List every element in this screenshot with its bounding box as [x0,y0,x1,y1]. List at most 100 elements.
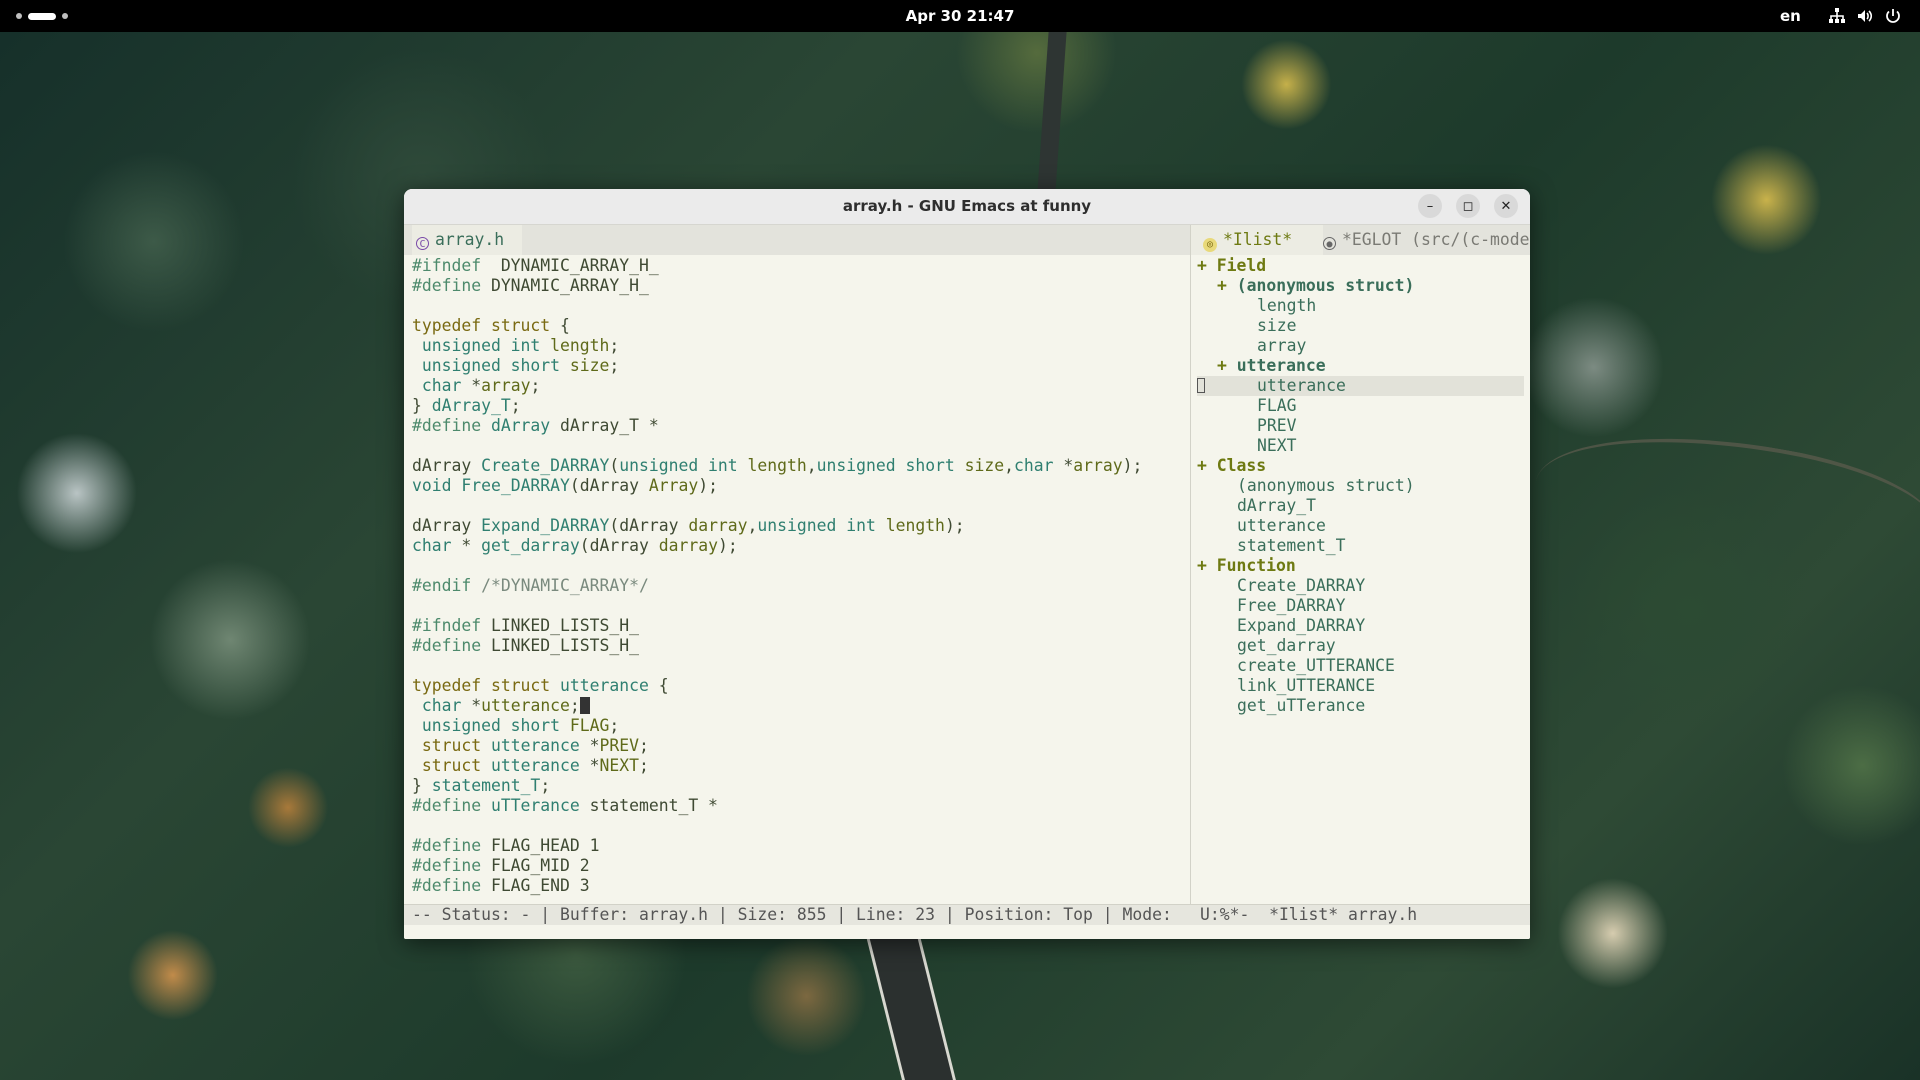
input-language[interactable]: en [1780,0,1801,32]
ilist-item[interactable]: array [1197,336,1524,356]
ilist-item[interactable]: FLAG [1197,396,1524,416]
code-token: /*DYNAMIC_ARRAY*/ [481,576,649,595]
ilist-item[interactable]: Free_DARRAY [1197,596,1524,616]
c-file-icon: C [416,237,429,250]
expand-icon[interactable]: + [1217,356,1237,375]
ilist-item[interactable]: statement_T [1197,536,1524,556]
code-line[interactable]: struct utterance *NEXT; [412,756,1190,776]
editor-pane[interactable]: Carray.h #ifndef DYNAMIC_ARRAY_H_ #define… [404,225,1191,904]
code-line[interactable]: unsigned int length; [412,336,1190,356]
ilist-item[interactable]: link_UTTERANCE [1197,676,1524,696]
activities-indicator[interactable] [16,12,68,20]
code-line[interactable]: #define FLAG_MID 2 [412,856,1190,876]
code-token: char [421,696,462,715]
code-line[interactable] [412,296,1190,316]
code-token: * [461,376,482,395]
code-line[interactable]: } statement_T; [412,776,1190,796]
ilist-item[interactable]: size [1197,316,1524,336]
ilist-item[interactable]: get_darray [1197,636,1524,656]
echo-area[interactable] [404,925,1530,939]
expand-icon[interactable]: + [1197,256,1217,275]
ilist-item[interactable]: + utterance [1197,356,1524,376]
code-token: #define [412,876,482,895]
code-line[interactable]: unsigned short size; [412,356,1190,376]
emacs-window[interactable]: array.h - GNU Emacs at funny – ◻ ✕ Carra… [404,189,1530,939]
ilist-item[interactable]: utterance [1197,376,1524,396]
code-line[interactable]: unsigned short FLAG; [412,716,1190,736]
expand-icon[interactable]: + [1217,276,1237,295]
ilist-item[interactable]: dArray_T [1197,496,1524,516]
code-line[interactable] [412,596,1190,616]
active-workspace-pill [28,12,56,20]
code-line[interactable]: } dArray_T; [412,396,1190,416]
code-buffer[interactable]: #ifndef DYNAMIC_ARRAY_H_ #define DYNAMIC_… [412,256,1190,896]
ilist-item[interactable]: get_uTTerance [1197,696,1524,716]
tab-ilist[interactable]: ◎ *Ilist* [1191,225,1323,255]
ilist-item-label: PREV [1257,416,1297,435]
system-tray[interactable] [1828,7,1902,25]
window-titlebar[interactable]: array.h - GNU Emacs at funny – ◻ ✕ [404,189,1530,225]
ilist-item[interactable]: length [1197,296,1524,316]
expand-icon[interactable]: + [1197,456,1217,475]
tab-label: array.h [435,230,505,249]
minimize-button[interactable]: – [1418,194,1442,218]
code-line[interactable]: dArray Expand_DARRAY(dArray darray,unsig… [412,516,1190,536]
ilist-item[interactable]: NEXT [1197,436,1524,456]
code-line[interactable]: #define FLAG_HEAD 1 [412,836,1190,856]
code-line[interactable]: char * get_darray(dArray darray); [412,536,1190,556]
code-token: FLAG_HEAD 1 [481,836,600,855]
clock[interactable]: Apr 30 21:47 [906,7,1015,25]
code-token: struct [490,676,551,695]
ilist-item[interactable]: PREV [1197,416,1524,436]
ilist-item[interactable]: + Class [1197,456,1524,476]
code-line[interactable]: typedef struct { [412,316,1190,336]
code-line[interactable]: void Free_DARRAY(dArray Array); [412,476,1190,496]
tab-eglot[interactable]: ● *EGLOT (src/(c-mode [1323,225,1530,255]
code-line[interactable]: char *utterance; [412,696,1190,716]
code-token: ; [609,716,620,735]
close-button[interactable]: ✕ [1494,194,1518,218]
code-line[interactable] [412,436,1190,456]
code-line[interactable]: #define FLAG_END 3 [412,876,1190,896]
ilist-item[interactable]: create_UTTERANCE [1197,656,1524,676]
code-line[interactable] [412,816,1190,836]
ilist-item-label: Function [1216,556,1296,575]
ilist-item[interactable]: + (anonymous struct) [1197,276,1524,296]
code-line[interactable] [412,556,1190,576]
tab-array-h[interactable]: Carray.h [412,225,522,255]
code-token: ; [609,356,620,375]
ilist-item[interactable]: + Field [1197,256,1524,276]
ilist-item[interactable]: + Function [1197,556,1524,576]
tab-label: *Ilist* [1223,230,1293,249]
code-line[interactable] [412,656,1190,676]
ilist-item[interactable]: Expand_DARRAY [1197,616,1524,636]
code-line[interactable]: #define uTTerance statement_T * [412,796,1190,816]
code-line[interactable]: #define LINKED_LISTS_H_ [412,636,1190,656]
ilist-item-label: FLAG [1257,396,1297,415]
ilist-item[interactable]: utterance [1197,516,1524,536]
code-token: array [481,376,531,395]
code-token: darray [688,516,748,535]
ilist-pane[interactable]: ◎ *Ilist* ● *EGLOT (src/(c-mode + Field + (… [1191,225,1530,904]
code-line[interactable]: typedef struct utterance { [412,676,1190,696]
code-line[interactable]: struct utterance *PREV; [412,736,1190,756]
code-line[interactable]: #define dArray dArray_T * [412,416,1190,436]
ilist-item[interactable]: (anonymous struct) [1197,476,1524,496]
ilist-item[interactable]: Create_DARRAY [1197,576,1524,596]
code-line[interactable] [412,496,1190,516]
tab-label: *EGLOT (src/(c-mode [1342,230,1530,249]
code-line[interactable]: dArray Create_DARRAY(unsigned int length… [412,456,1190,476]
code-line[interactable]: char *array; [412,376,1190,396]
code-line[interactable]: #endif /*DYNAMIC_ARRAY*/ [412,576,1190,596]
code-line[interactable]: #ifndef LINKED_LISTS_H_ [412,616,1190,636]
code-token: ; [639,756,649,775]
maximize-button[interactable]: ◻ [1456,194,1480,218]
wallpaper-road [1037,32,1067,192]
code-line[interactable]: #ifndef DYNAMIC_ARRAY_H_ [412,256,1190,276]
ilist-tree[interactable]: + Field + (anonymous struct) length size arr… [1197,256,1524,716]
code-line[interactable]: #define DYNAMIC_ARRAY_H_ [412,276,1190,296]
expand-icon[interactable]: + [1197,556,1217,575]
